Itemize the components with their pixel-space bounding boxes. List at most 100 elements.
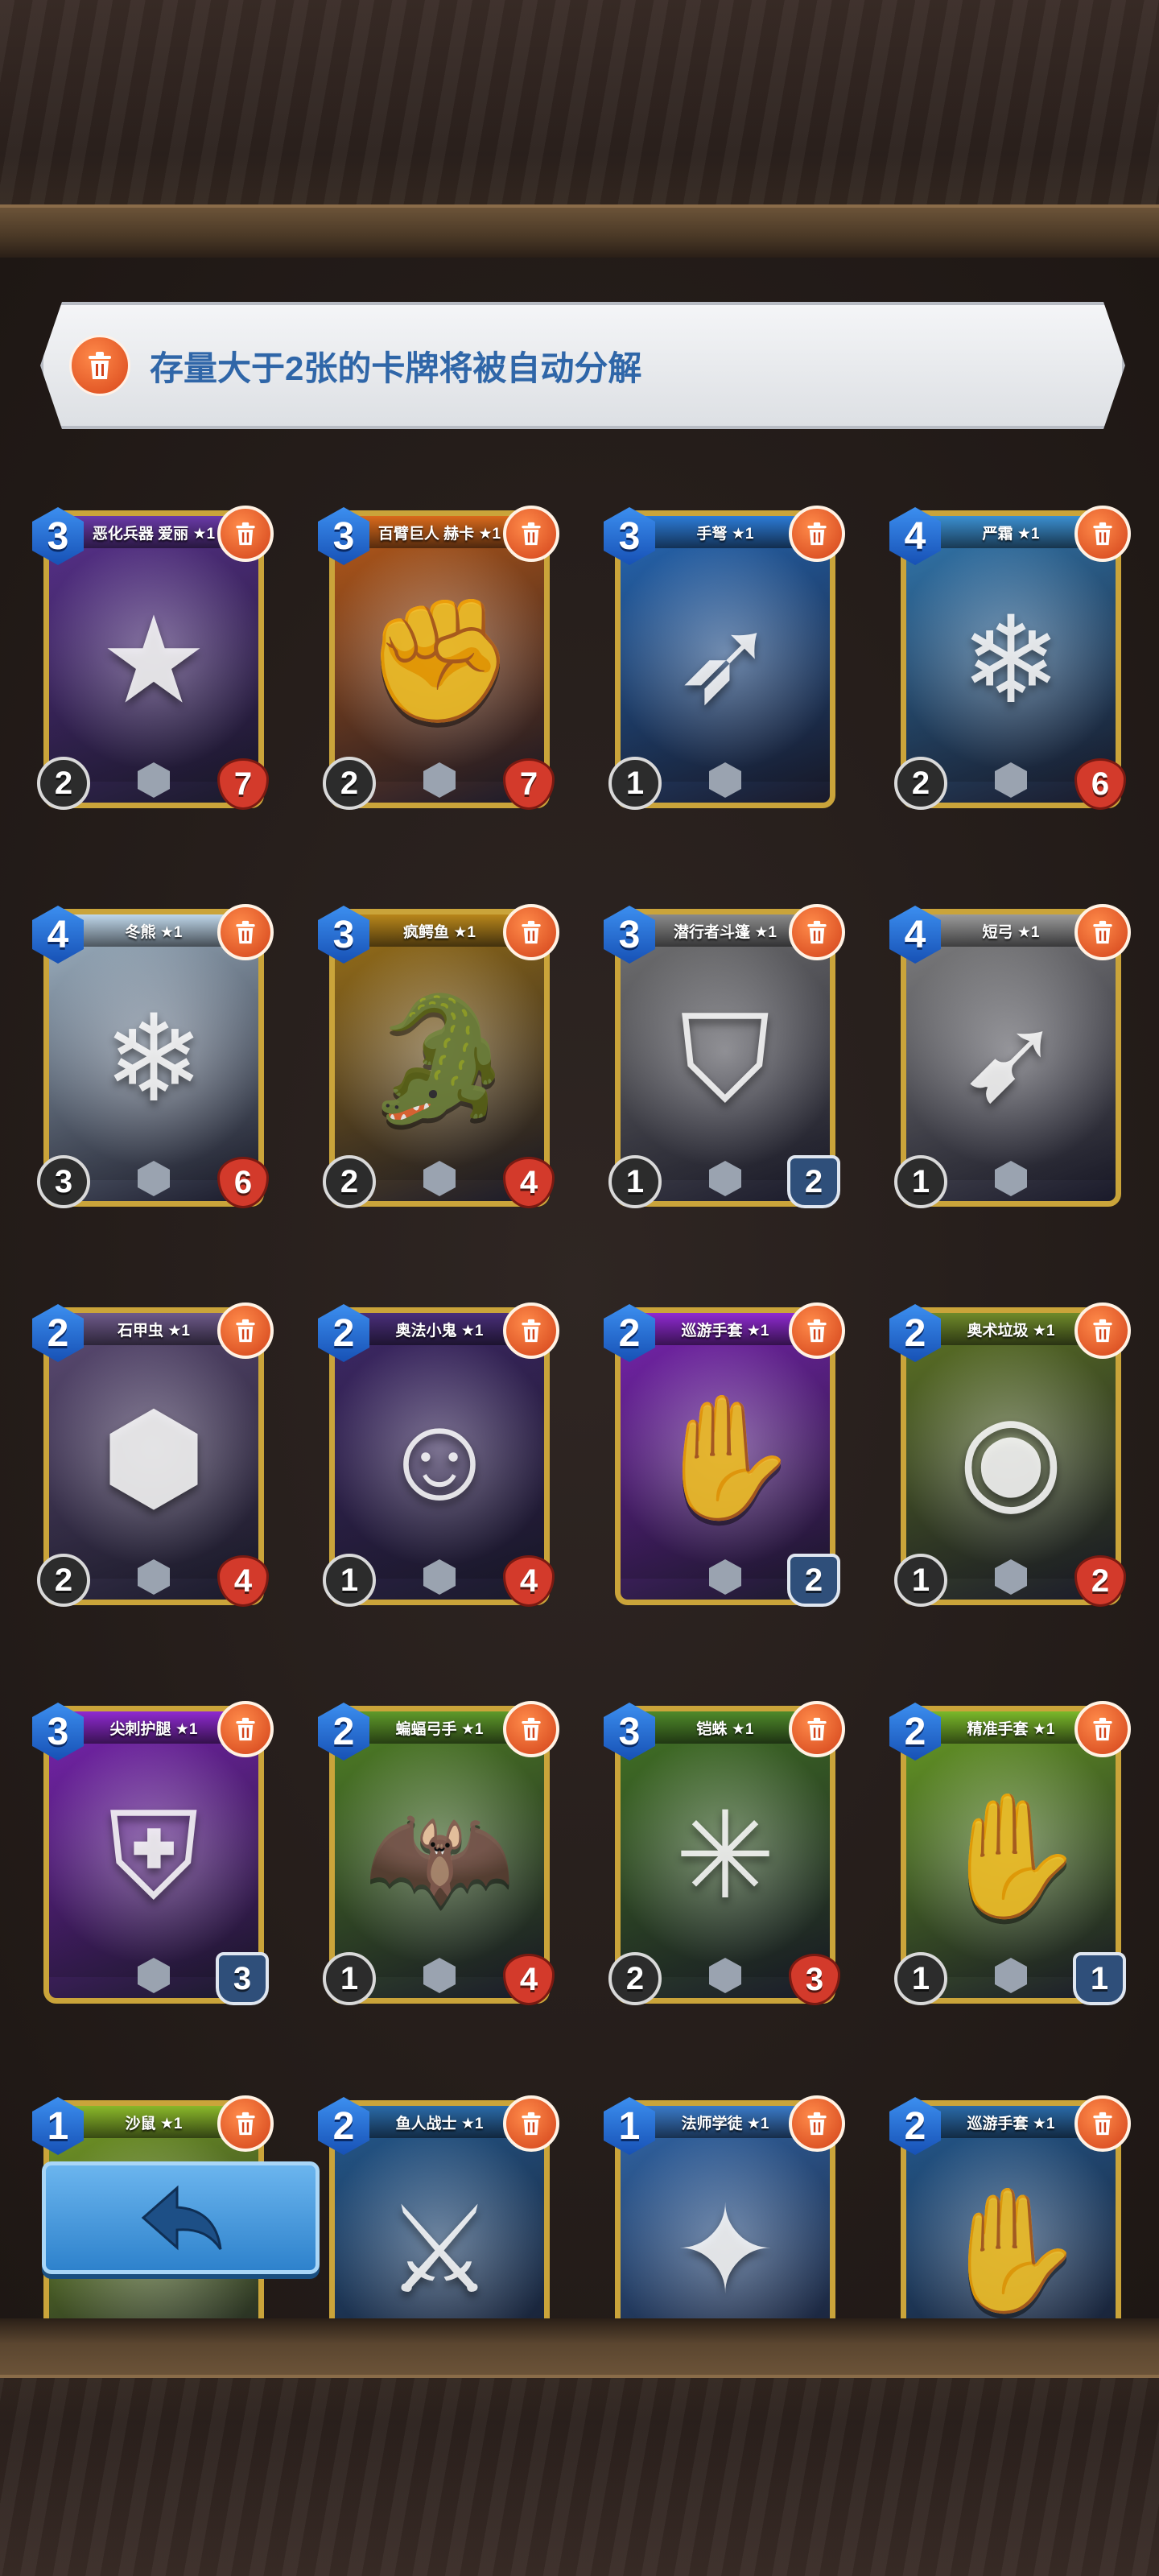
card-art-icon: ✋ (935, 2182, 1087, 2318)
trash-icon (1093, 522, 1112, 546)
card-attack: 1 (608, 757, 662, 810)
card-art: ❄ (906, 548, 1116, 782)
decompose-trash-button[interactable] (789, 904, 845, 960)
card-art: ❄ (49, 947, 258, 1180)
decompose-trash-button[interactable] (217, 904, 274, 960)
card-attack: 2 (37, 757, 90, 810)
decompose-trash-button[interactable] (1074, 1302, 1131, 1359)
decompose-trash-button[interactable] (217, 1302, 274, 1359)
card-art: ★ (49, 548, 258, 782)
card-attack: 1 (323, 1554, 376, 1607)
card[interactable]: ☺ 奥法小鬼 ★1 2 1 4 (318, 1296, 559, 1618)
card-art: 🦇 (335, 1744, 544, 1977)
card-attack: 2 (37, 1554, 90, 1607)
card-attack: 1 (894, 1952, 947, 2005)
card-art-icon: ⛉ (679, 991, 771, 1127)
decompose-trash-button[interactable] (503, 1701, 559, 1757)
card-art: ⛉ (621, 947, 830, 1180)
card-art: ◉ (906, 1345, 1116, 1579)
trash-icon (522, 1717, 541, 1741)
trash-icon (1093, 1319, 1112, 1343)
decompose-trash-button[interactable] (1074, 506, 1131, 562)
card[interactable]: ✋ 巡游手套 ★1 2 2 (604, 1296, 845, 1618)
card[interactable]: 🐊 疯鳄鱼 ★1 3 2 4 (318, 898, 559, 1220)
card[interactable]: ⚔ 鱼人战士 ★1 2 (318, 2089, 559, 2318)
card-art-icon: 🦇 (364, 1788, 515, 1924)
decompose-trash-button[interactable] (789, 1302, 845, 1359)
card-art-icon: ✳ (674, 1788, 776, 1924)
card[interactable]: ✦ 法师学徒 ★1 1 (604, 2089, 845, 2318)
card-art: ✋ (906, 2138, 1116, 2318)
card[interactable]: ❄ 冬熊 ★1 4 3 6 (32, 898, 274, 1220)
card[interactable]: ⛉ 潜行者斗篷 ★1 3 1 2 (604, 898, 845, 1220)
card-art: ✋ (621, 1345, 830, 1579)
decompose-trash-button[interactable] (217, 506, 274, 562)
card[interactable]: ✋ 精准手套 ★1 2 1 1 (889, 1695, 1131, 2017)
trash-icon (236, 1717, 255, 1741)
decompose-trash-button[interactable] (503, 904, 559, 960)
card-art: ⚔ (335, 2138, 544, 2318)
card[interactable]: ✋ 巡游手套 ★1 2 (889, 2089, 1131, 2318)
decompose-trash-button[interactable] (789, 506, 845, 562)
card-art: ✋ (906, 1744, 1116, 1977)
back-button[interactable] (42, 2161, 320, 2274)
card-art: ➶ (621, 548, 830, 782)
card-art-icon: ✋ (935, 1788, 1087, 1924)
trash-icon (807, 920, 827, 944)
decompose-trash-button[interactable] (503, 2095, 559, 2152)
notice-text: 存量大于2张的卡牌将被自动分解 (150, 349, 642, 387)
card-art: ✦ (621, 2138, 830, 2318)
top-wooden-frame (0, 0, 1159, 258)
card[interactable]: ✊ 百臂巨人 赫卡 ★1 3 2 7 (318, 499, 559, 821)
card[interactable]: ❄ 严霜 ★1 4 2 6 (889, 499, 1131, 821)
trash-icon (522, 522, 541, 546)
trash-icon (522, 920, 541, 944)
trash-icon (807, 2112, 827, 2136)
decompose-trash-button[interactable] (217, 2095, 274, 2152)
decompose-trash-button[interactable] (503, 506, 559, 562)
card[interactable]: ◉ 奥术垃圾 ★1 2 1 2 (889, 1296, 1131, 1618)
card[interactable]: ⛨ 尖刺护腿 ★1 3 3 (32, 1695, 274, 2017)
decompose-trash-button[interactable] (1074, 904, 1131, 960)
trash-icon (1093, 920, 1112, 944)
card-defense: 2 (787, 1155, 840, 1208)
trash-icon (69, 335, 130, 396)
card-art-icon: ✊ (364, 592, 515, 729)
trash-icon (807, 1717, 827, 1741)
card[interactable]: ✳ 铠蛛 ★1 3 2 3 (604, 1695, 845, 2017)
card-defense: 2 (787, 1554, 840, 1607)
card-art: ⬢ (49, 1345, 258, 1579)
card-art-icon: ✋ (650, 1389, 801, 1525)
card[interactable]: ★ 恶化兵器 爱丽 ★1 3 2 7 (32, 499, 274, 821)
card-attack: 2 (323, 757, 376, 810)
card[interactable]: 🦇 蝙蝠弓手 ★1 2 1 4 (318, 1695, 559, 2017)
bottom-wooden-frame (0, 2318, 1159, 2576)
trash-icon (1093, 1717, 1112, 1741)
auto-decompose-notice: 存量大于2张的卡牌将被自动分解 (40, 302, 1125, 429)
card-art-icon: ☺ (377, 1389, 501, 1525)
card[interactable]: ➶ 手弩 ★1 3 1 (604, 499, 845, 821)
card-art-icon: ➶ (674, 592, 776, 729)
decompose-trash-button[interactable] (503, 1302, 559, 1359)
decompose-trash-button[interactable] (1074, 1701, 1131, 1757)
decompose-trash-button[interactable] (789, 1701, 845, 1757)
decompose-trash-button[interactable] (1074, 2095, 1131, 2152)
card-art-icon: 🐊 (364, 991, 515, 1127)
card-defense: 3 (216, 1952, 269, 2005)
trash-icon (807, 1319, 827, 1343)
decompose-trash-button[interactable] (217, 1701, 274, 1757)
card-art-icon: ❄ (960, 592, 1062, 729)
trash-icon (807, 522, 827, 546)
card-art-icon: ⬢ (101, 1389, 207, 1525)
trash-icon (236, 920, 255, 944)
decompose-trash-button[interactable] (789, 2095, 845, 2152)
card-art-icon: ★ (99, 592, 208, 729)
card[interactable]: ➹ 短弓 ★1 4 1 (889, 898, 1131, 1220)
card-attack: 1 (323, 1952, 376, 2005)
card[interactable]: ⬢ 石甲虫 ★1 2 2 4 (32, 1296, 274, 1618)
card-attack: 1 (894, 1155, 947, 1208)
trash-icon (1093, 2112, 1112, 2136)
card-art-icon: ✦ (674, 2182, 776, 2318)
trash-icon (522, 1319, 541, 1343)
card-art-icon: ◉ (958, 1389, 1064, 1525)
